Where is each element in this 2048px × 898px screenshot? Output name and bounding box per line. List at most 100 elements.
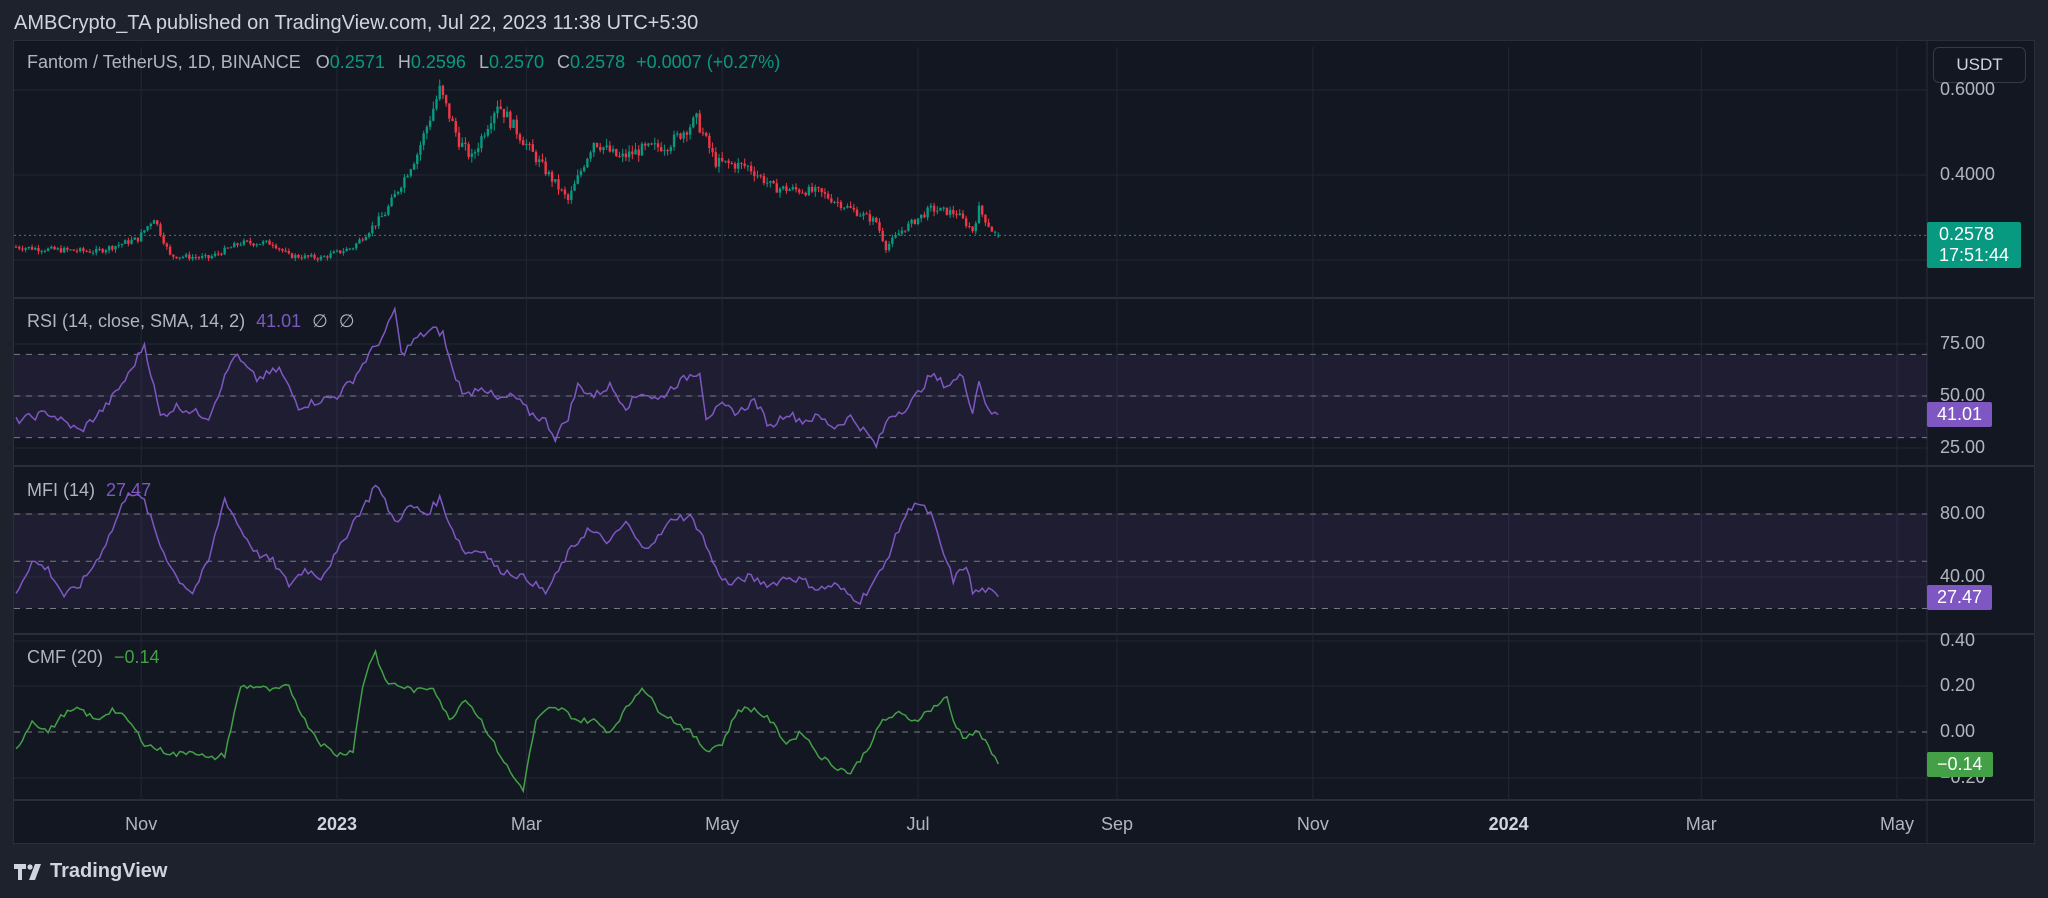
tradingview-logo[interactable]: TradingView [14,860,167,883]
close-value: 0.2578 [570,52,626,72]
candle-body [794,187,798,190]
candle-body [984,214,987,223]
candle-body [146,226,149,231]
candle-body [550,171,554,182]
candle-body [801,192,804,194]
candle-body [666,150,669,152]
candle-body [968,226,971,228]
candle-body [493,113,496,124]
candle-body [624,153,628,158]
bar-countdown: 17:51:44 [1939,245,2010,265]
candle-body [425,126,429,134]
candle-body [390,197,393,207]
candle-body [194,256,197,258]
candle-body [406,175,409,178]
candle-body [419,145,422,155]
candle-body [188,254,191,259]
candle-body [701,132,705,134]
candle-body [929,205,933,208]
candle-body [448,103,451,119]
candle-body [772,180,775,184]
candle-body [213,253,217,257]
candle-body [69,249,72,251]
brand-name: TradingView [50,860,168,882]
rsi-title: RSI (14, close, SMA, 14, 2) [27,311,246,331]
candle-body [380,216,384,218]
close-label: C [557,52,571,72]
candle-body [223,247,226,255]
candle-body [435,99,438,109]
candle-body [695,113,698,118]
candle-body [875,217,878,223]
price-tick: 0.4000 [1940,164,1996,184]
candle-body [765,182,769,184]
candle-body [287,251,291,254]
candle-body [589,152,592,159]
candle-body [846,206,849,208]
candle-body [721,157,724,162]
candle-body [756,175,759,177]
candle-body [403,177,406,188]
candle-body [823,192,827,194]
candle-body [862,213,865,216]
candle-body [396,191,400,194]
candle-body [907,223,910,231]
candle-body [531,144,535,152]
mfi-value-badge: 27.47 [1927,585,1993,610]
candle-body [804,192,807,196]
mfi-legend[interactable]: MFI (14) 27.47 [27,480,151,501]
candle-body [602,147,605,151]
candle-body [168,246,172,255]
cmf-tick: 0.40 [1940,630,1976,650]
rsi-band [14,354,1927,438]
candle-body [149,223,153,227]
candle-body [730,163,734,165]
candle-body [942,207,945,209]
candle-body [512,119,515,128]
candle-body [329,253,332,258]
candle-body [627,151,631,158]
cmf-value-badge: −0.14 [1927,752,1993,777]
candle-body [473,152,477,154]
candle-body [920,214,923,219]
candle-body [24,248,27,250]
candle-body [981,205,984,215]
candle-body [278,248,281,250]
candle-body [258,244,262,246]
candle-body [53,246,56,250]
candle-body [104,250,108,253]
currency-button[interactable]: USDT [1933,47,2026,83]
candle-body [79,248,82,252]
chart-canvas[interactable] [0,0,2048,898]
candle-body [993,231,997,233]
candle-body [306,255,310,257]
symbol-title[interactable]: Fantom / TetherUS, 1D, BINANCE [27,52,301,72]
candle-body [717,157,721,167]
candle-body [865,213,868,215]
candle-body [181,256,185,258]
candle-body [534,151,538,163]
candle-body [345,248,348,252]
candle-body [974,223,977,232]
candle-body [576,175,579,184]
candle-body [220,253,223,255]
candle-body [303,255,307,259]
candle-body [143,230,146,233]
candle-body [554,179,557,182]
candle-body [923,214,926,218]
open-label: O [315,52,330,72]
candle-body [749,165,753,172]
candle-body [964,218,968,227]
candle-body [916,218,920,225]
last-price-badge: 0.2578 17:51:44 [1927,222,2022,268]
cmf-legend[interactable]: CMF (20) −0.14 [27,647,160,668]
rsi-empty-2: ∅ [338,311,355,331]
rsi-legend[interactable]: RSI (14, close, SMA, 14, 2) 41.01 ∅ ∅ [27,311,355,332]
candle-body [608,145,612,152]
candle-body [778,188,782,193]
candle-body [290,253,294,259]
candle-body [441,85,445,96]
symbol-legend: Fantom / TetherUS, 1D, BINANCE O0.2571 H… [27,52,780,73]
candle-body [107,246,111,251]
candle-body [387,206,390,215]
